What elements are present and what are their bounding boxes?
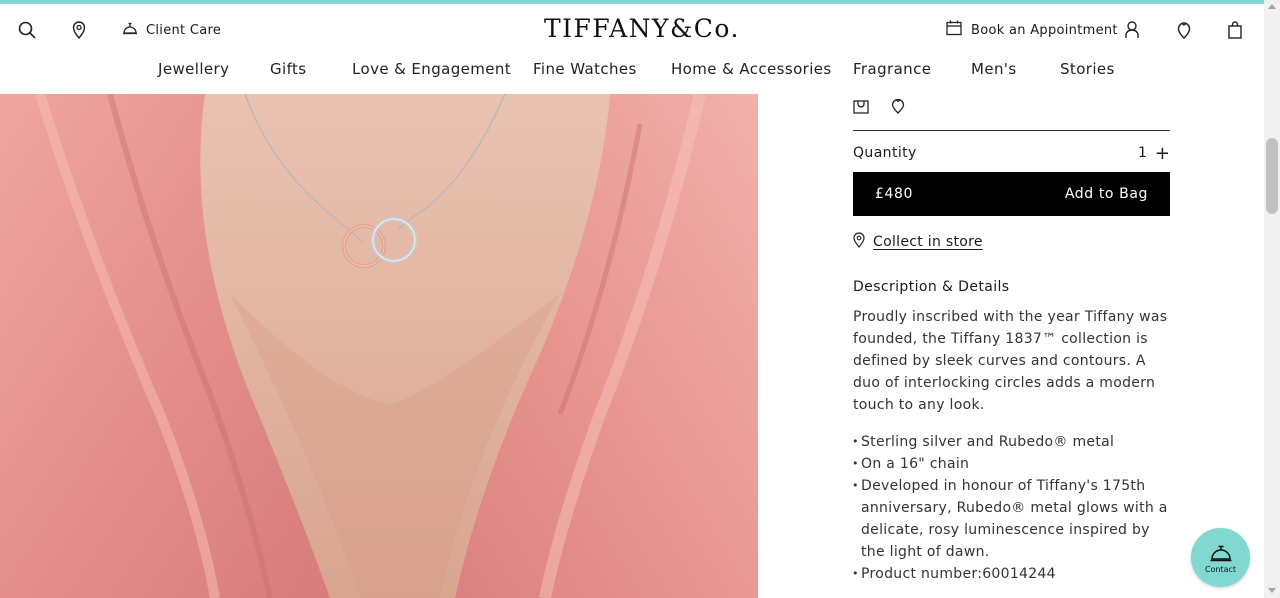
location-pin-icon[interactable] [67,18,91,42]
location-pin-icon [853,232,865,252]
appointment-label: Book an Appointment [971,22,1118,38]
client-care-label: Client Care [146,22,222,38]
shopping-bag-icon[interactable] [853,98,869,118]
quantity-stepper[interactable]: 1 + [1138,143,1170,164]
list-item: Product number:60014244 [852,563,1170,585]
nav-fragrance[interactable]: Fragrance [853,60,931,78]
description-heading: Description & Details [853,279,1010,295]
contact-label: Contact [1204,564,1237,574]
description-text: Proudly inscribed with the year Tiffany … [853,309,1168,413]
scroll-down-arrow-icon[interactable] [1268,588,1276,593]
wishlist-icon[interactable] [1172,18,1196,42]
quantity-label: Quantity [853,145,917,161]
nav-jewellery[interactable]: Jewellery [158,60,229,78]
add-to-bag-button[interactable]: £480 Add to Bag [853,172,1170,216]
add-to-bag-label: Add to Bag [1064,186,1148,202]
necklace-on-model-image [0,94,758,598]
quantity-value: 1 [1137,145,1147,161]
list-item: On a 16" chain [852,453,1170,475]
contact-button[interactable]: Contact [1191,528,1250,587]
client-care-icon [122,20,138,40]
product-details-list: Sterling silver and Rubedo® metal On a 1… [852,431,1170,585]
collect-in-store-link[interactable]: Collect in store [853,232,983,252]
product-actions [853,98,905,118]
main-navigation: Jewellery Gifts Love & Engagement Fine W… [0,56,1264,86]
concierge-bell-icon [1210,545,1231,561]
price: £480 [875,186,914,202]
list-item: Sterling silver and Rubedo® metal [852,431,1170,453]
nav-fine-watches[interactable]: Fine Watches [533,60,637,78]
wishlist-icon[interactable] [891,98,905,118]
book-appointment-link[interactable]: Book an Appointment [946,20,1118,40]
nav-gifts[interactable]: Gifts [270,60,307,78]
list-item: Developed in honour of Tiffany's 175th a… [852,475,1170,563]
quantity-row: Quantity 1 + [853,142,1170,164]
collect-in-store-label: Collect in store [873,234,983,250]
site-header: Client Care TIFFANY&Co. Book an Appointm… [0,4,1264,94]
nav-mens[interactable]: Men's [971,60,1017,78]
search-icon[interactable] [15,18,39,42]
tiffany-logo[interactable]: TIFFANY&Co. [544,14,740,43]
calendar-icon [946,20,962,40]
account-icon[interactable] [1120,18,1144,42]
nav-stories[interactable]: Stories [1060,60,1115,78]
page-scrollbar[interactable] [1264,0,1280,598]
client-care-link[interactable]: Client Care [122,20,221,40]
quantity-increase-button[interactable]: + [1155,143,1170,164]
shopping-bag-icon[interactable] [1223,18,1247,42]
scrollbar-thumb[interactable] [1266,138,1278,214]
product-image[interactable] [0,94,758,598]
divider [853,130,1170,131]
nav-love-engagement[interactable]: Love & Engagement [352,60,511,78]
nav-home-accessories[interactable]: Home & Accessories [671,60,832,78]
scroll-up-arrow-icon[interactable] [1268,4,1276,9]
